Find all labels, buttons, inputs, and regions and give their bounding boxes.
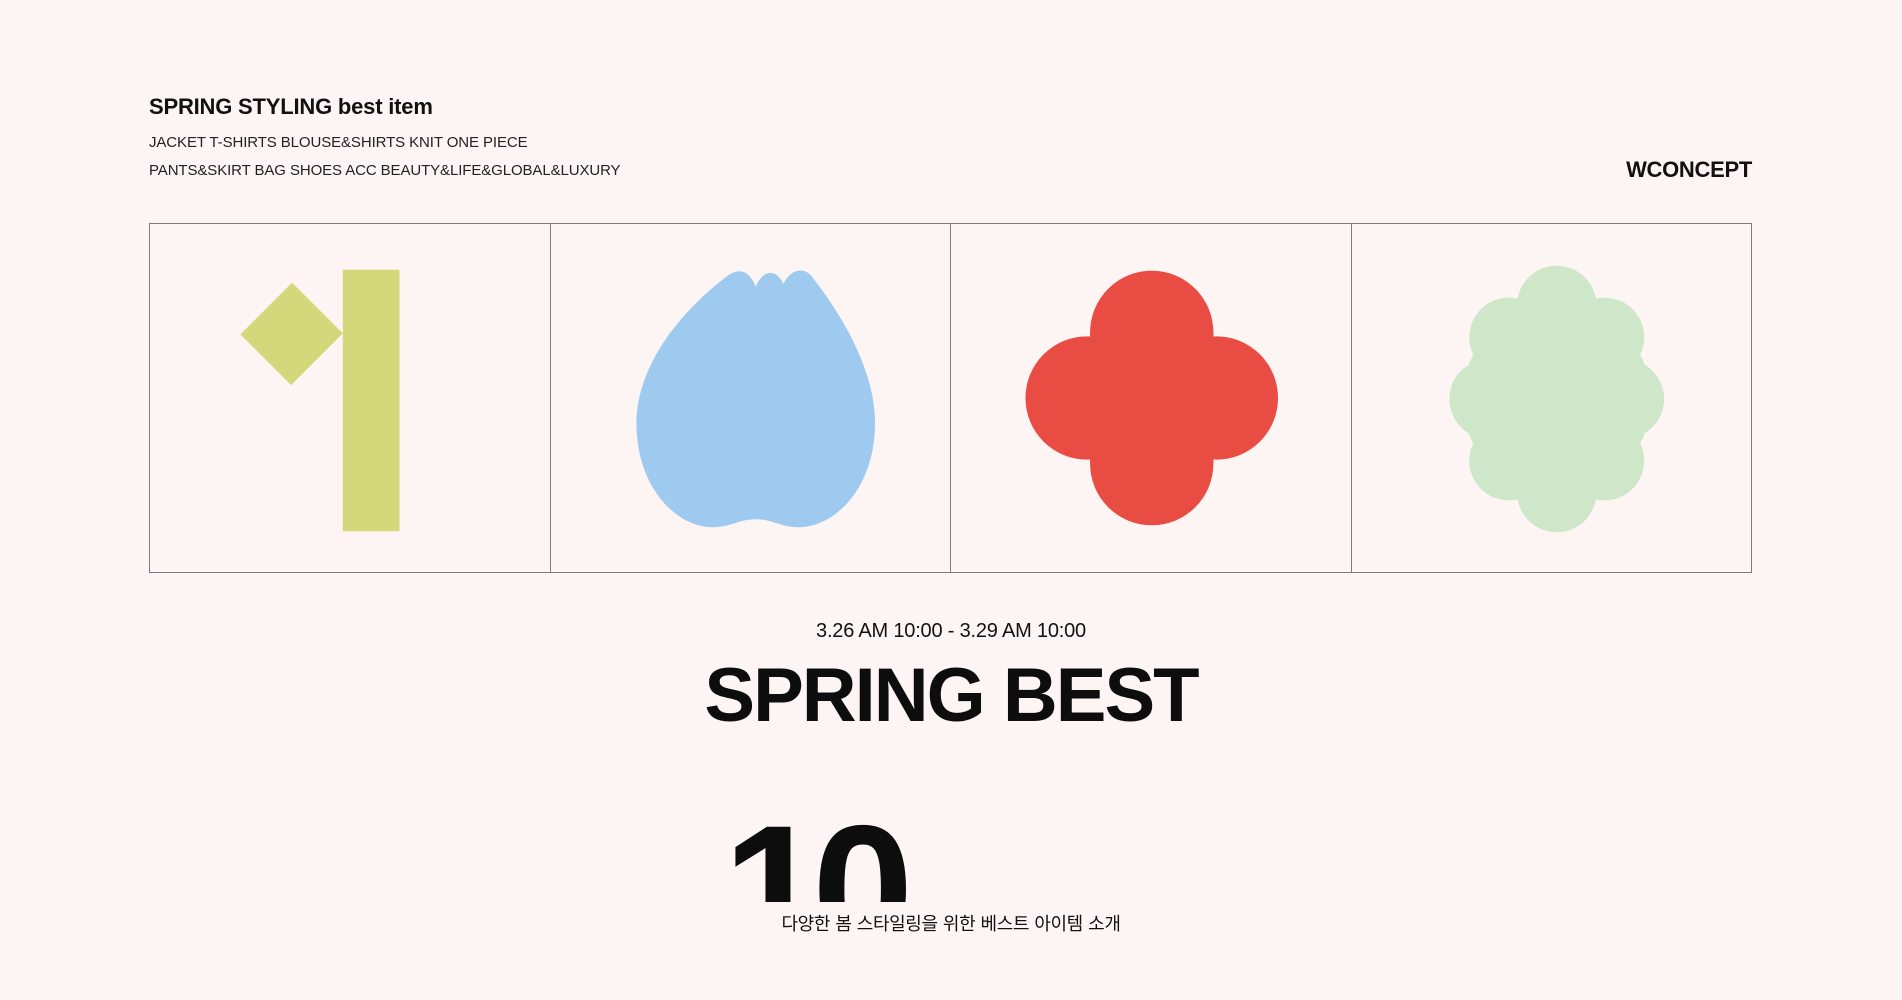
clover-shape <box>1025 270 1279 526</box>
category-list-line-1[interactable]: JACKET T-SHIRTS BLOUSE&SHIRTS KNIT ONE P… <box>149 134 528 151</box>
big-number-svg: 10 <box>727 787 918 902</box>
event-date-range: 3.26 AM 10:00 - 3.29 AM 10:00 <box>816 620 1086 642</box>
graphic-panel-tulip <box>551 224 951 572</box>
graphic-grid <box>149 223 1752 573</box>
graphic-panel-clover <box>951 224 1352 572</box>
graphic-panel-flower <box>1352 224 1752 572</box>
tulip-shape <box>635 270 875 528</box>
flower-shape <box>1448 265 1664 533</box>
big-number-text: 10 <box>727 787 906 902</box>
one-shape <box>240 269 400 532</box>
brand-logo[interactable]: WCONCEPT <box>1626 157 1752 183</box>
graphic-panel-one <box>150 224 551 572</box>
flower-graphic <box>1448 265 1664 533</box>
section-title: SPRING STYLING best item <box>149 94 433 119</box>
category-list-line-2[interactable]: PANTS&SKIRT BAG SHOES ACC BEAUTY&LIFE&GL… <box>149 162 621 179</box>
tulip-graphic <box>635 270 875 528</box>
clover-graphic <box>1025 270 1279 526</box>
event-subtitle: 다양한 봄 스타일링을 위한 베스트 아이템 소개 <box>781 914 1121 935</box>
hero-title: SPRING BEST <box>704 653 1199 738</box>
number-one-graphic <box>240 269 400 532</box>
big-number-graphic: 10 <box>727 778 947 902</box>
